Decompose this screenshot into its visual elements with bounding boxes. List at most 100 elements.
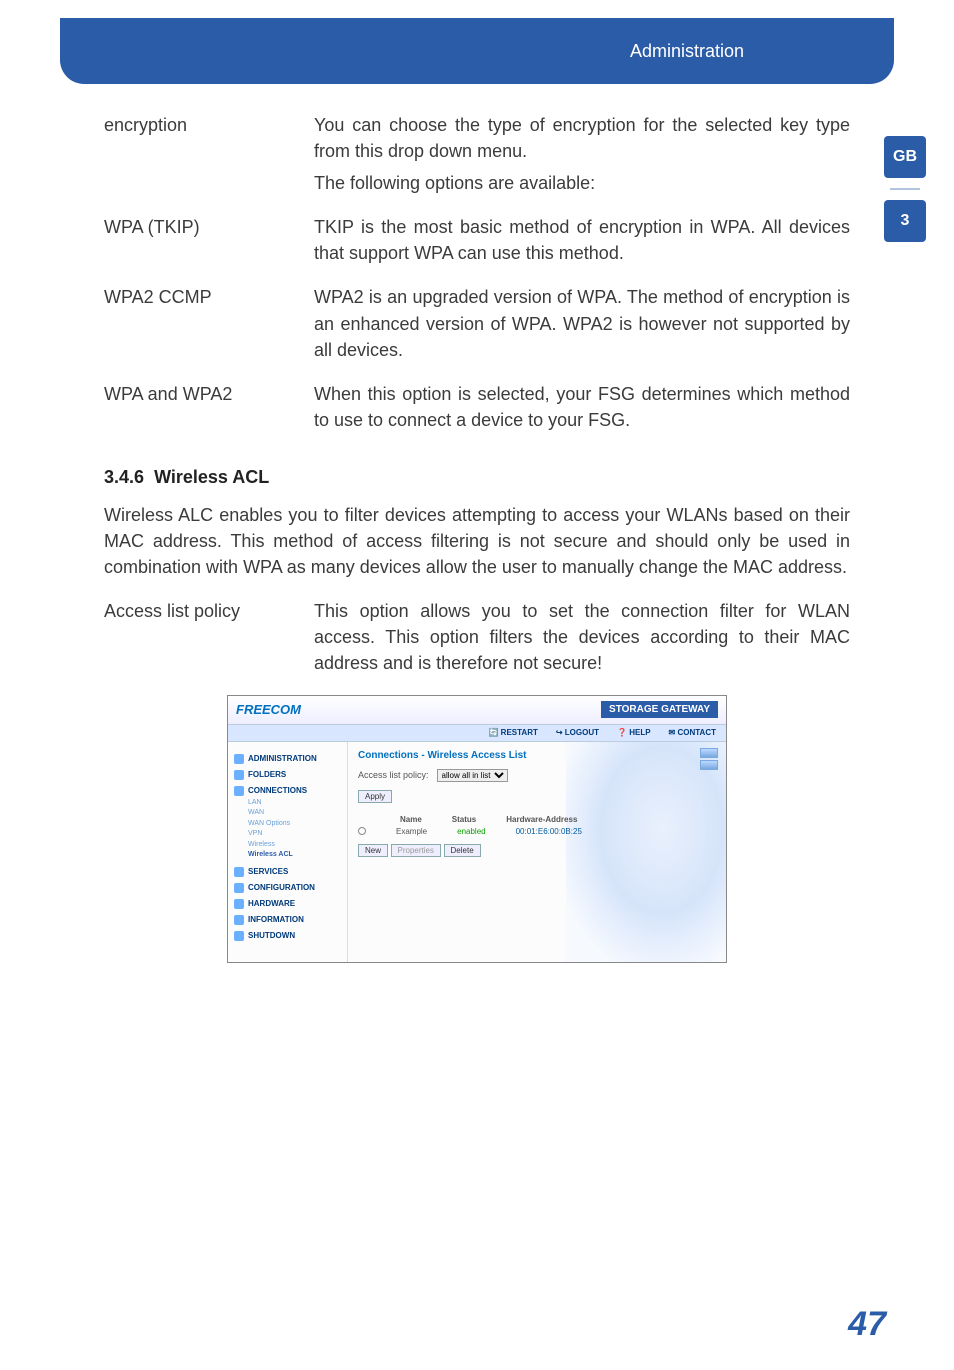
nav-sub-wireless[interactable]: Wireless xyxy=(248,840,341,851)
def-para: This option allows you to set the connec… xyxy=(314,598,850,676)
acl-table-row[interactable]: Example enabled 00:01:E6:00:0B:25 xyxy=(358,827,716,836)
nav-label: ADMINISTRATION xyxy=(248,754,317,763)
nav-administration[interactable]: ADMINISTRATION xyxy=(234,754,341,764)
nav-folders[interactable]: FOLDERS xyxy=(234,770,341,780)
side-tab-lang: GB xyxy=(884,136,926,178)
def-term: WPA (TKIP) xyxy=(104,214,314,272)
new-button[interactable]: New xyxy=(358,844,388,857)
page-header: Administration xyxy=(60,18,894,84)
nav-information[interactable]: INFORMATION xyxy=(234,915,341,925)
shot-body: ADMINISTRATION FOLDERS CONNECTIONS LAN W… xyxy=(228,742,726,962)
folders-icon xyxy=(234,770,244,780)
restart-icon[interactable]: 🔄 RESTART xyxy=(488,728,537,737)
toolbar-logout: LOGOUT xyxy=(565,728,599,737)
side-tab-chapter: 3 xyxy=(884,200,926,242)
toolbar-restart: RESTART xyxy=(501,728,538,737)
definition-list: encryption You can choose the type of en… xyxy=(104,112,850,439)
nav-hardware[interactable]: HARDWARE xyxy=(234,899,341,909)
side-tabs: GB 3 xyxy=(884,136,926,260)
acl-table-header: Name Status Hardware-Address xyxy=(358,815,716,824)
def-row: WPA2 CCMP WPA2 is an upgraded version of… xyxy=(104,284,850,368)
admin-icon xyxy=(234,754,244,764)
section-number: 3.4.6 xyxy=(104,467,144,487)
apply-button[interactable]: Apply xyxy=(358,790,392,803)
nav-label: CONNECTIONS xyxy=(248,786,307,795)
nav-configuration[interactable]: CONFIGURATION xyxy=(234,883,341,893)
shot-main-panel: Connections - Wireless Access List Acces… xyxy=(348,742,726,962)
def-term: encryption xyxy=(104,112,314,202)
config-icon xyxy=(234,883,244,893)
def-para: You can choose the type of encryption fo… xyxy=(314,112,850,164)
page-number: 47 xyxy=(848,1305,886,1344)
shutdown-icon xyxy=(234,931,244,941)
shot-toolbar: 🔄 RESTART ↪ LOGOUT ❓ HELP ✉ CONTACT xyxy=(228,724,726,742)
nav-shutdown[interactable]: SHUTDOWN xyxy=(234,931,341,941)
toolbar-contact: CONTACT xyxy=(677,728,716,737)
shot-logo: FREECOM xyxy=(236,702,301,717)
policy-label: Access list policy: xyxy=(358,770,429,780)
shot-brand: STORAGE GATEWAY xyxy=(601,701,718,718)
def-term: Access list policy xyxy=(104,598,314,682)
nav-label: HARDWARE xyxy=(248,899,295,908)
def-term: WPA and WPA2 xyxy=(104,381,314,439)
col-name: Name xyxy=(400,815,422,824)
def-text: This option allows you to set the connec… xyxy=(314,598,850,682)
breadcrumb: Administration xyxy=(630,41,744,62)
section-intro: Wireless ALC enables you to filter devic… xyxy=(104,502,850,580)
nav-sub-lan[interactable]: LAN xyxy=(248,798,341,809)
logout-icon[interactable]: ↪ LOGOUT xyxy=(556,728,599,737)
nav-sub-wan[interactable]: WAN xyxy=(248,808,341,819)
toolbar-help: HELP xyxy=(629,728,650,737)
nav-label: SHUTDOWN xyxy=(248,931,295,940)
def-text: You can choose the type of encryption fo… xyxy=(314,112,850,202)
def-para: The following options are available: xyxy=(314,170,850,196)
def-text: WPA2 is an upgraded version of WPA. The … xyxy=(314,284,850,368)
hardware-icon xyxy=(234,899,244,909)
help-icon[interactable]: ❓ HELP xyxy=(617,728,651,737)
connections-icon xyxy=(234,786,244,796)
section-heading: 3.4.6 Wireless ACL xyxy=(104,467,850,488)
panel-corner-icons xyxy=(700,748,718,770)
row-mac: 00:01:E6:00:0B:25 xyxy=(516,827,582,836)
delete-button[interactable]: Delete xyxy=(444,844,481,857)
policy-row: Access list policy: allow all in list xyxy=(358,769,716,782)
def-para: TKIP is the most basic method of encrypt… xyxy=(314,214,850,266)
def-row: WPA and WPA2 When this option is selecte… xyxy=(104,381,850,439)
nav-sub-active-label: Wireless ACL xyxy=(248,851,293,858)
def-row: encryption You can choose the type of en… xyxy=(104,112,850,202)
acl-button-row: New Properties Delete xyxy=(358,844,716,857)
def-text: When this option is selected, your FSG d… xyxy=(314,381,850,439)
def-text: TKIP is the most basic method of encrypt… xyxy=(314,214,850,272)
col-status: Status xyxy=(452,815,476,824)
nav-sub-wanopts[interactable]: WAN Options xyxy=(248,819,341,830)
panel-title: Connections - Wireless Access List xyxy=(358,750,716,761)
shot-nav: ADMINISTRATION FOLDERS CONNECTIONS LAN W… xyxy=(228,742,348,962)
def-row: Access list policy This option allows yo… xyxy=(104,598,850,682)
definition-list-2: Access list policy This option allows yo… xyxy=(104,598,850,682)
def-para: When this option is selected, your FSG d… xyxy=(314,381,850,433)
row-radio[interactable] xyxy=(358,827,366,835)
nav-sub-vpn[interactable]: VPN xyxy=(248,829,341,840)
section-title: Wireless ACL xyxy=(154,467,269,487)
row-status: enabled xyxy=(457,827,485,836)
def-row: WPA (TKIP) TKIP is the most basic method… xyxy=(104,214,850,272)
nav-label: FOLDERS xyxy=(248,770,286,779)
contact-icon[interactable]: ✉ CONTACT xyxy=(669,728,716,737)
embedded-screenshot: FREECOM STORAGE GATEWAY 🔄 RESTART ↪ LOGO… xyxy=(227,695,727,963)
def-para: WPA2 is an upgraded version of WPA. The … xyxy=(314,284,850,362)
nav-label: SERVICES xyxy=(248,867,288,876)
policy-select[interactable]: allow all in list xyxy=(437,769,508,782)
properties-button[interactable]: Properties xyxy=(391,844,441,857)
side-tab-separator xyxy=(890,188,920,190)
nav-label: CONFIGURATION xyxy=(248,883,315,892)
info-icon xyxy=(234,915,244,925)
nav-connections-sub: LAN WAN WAN Options VPN Wireless Wireles… xyxy=(234,798,341,861)
nav-sub-wirelessacl[interactable]: Wireless ACL xyxy=(248,850,341,861)
row-name: Example xyxy=(396,827,427,836)
col-mac: Hardware-Address xyxy=(506,815,577,824)
page-content: encryption You can choose the type of en… xyxy=(0,84,954,963)
nav-connections[interactable]: CONNECTIONS xyxy=(234,786,341,796)
nav-services[interactable]: SERVICES xyxy=(234,867,341,877)
services-icon xyxy=(234,867,244,877)
nav-label: INFORMATION xyxy=(248,915,304,924)
